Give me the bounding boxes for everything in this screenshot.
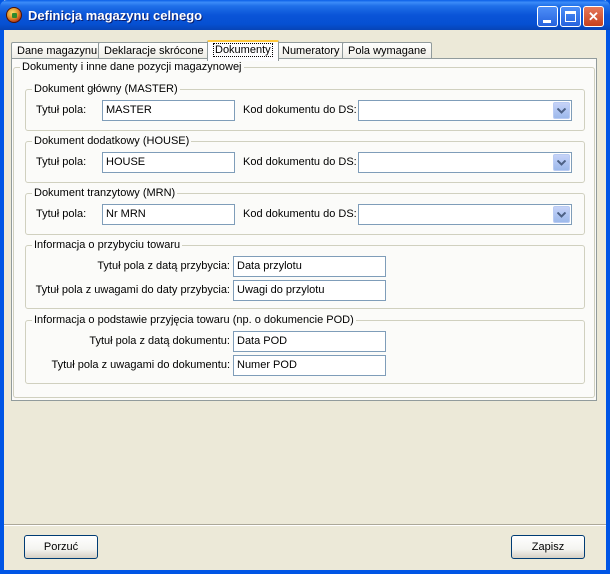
- master-code-label: Kod dokumentu do DS:: [243, 104, 357, 116]
- tab-label: Pola wymagane: [348, 45, 427, 57]
- mrn-title-label: Tytuł pola:: [36, 208, 87, 220]
- group-legend: Informacja o przybyciu towaru: [32, 239, 183, 251]
- house-title-label: Tytuł pola:: [36, 156, 87, 168]
- house-groupbox: Dokument dodatkowy (HOUSE) Tytuł pola: H…: [25, 135, 585, 183]
- arrival-date-label: Tytuł pola z datą przybycia:: [97, 260, 230, 272]
- pod-notes-input[interactable]: Numer POD: [233, 355, 386, 376]
- house-code-label: Kod dokumentu do DS:: [243, 156, 357, 168]
- master-code-select[interactable]: [358, 100, 572, 121]
- minimize-button[interactable]: [537, 6, 558, 27]
- pod-date-input[interactable]: Data POD: [233, 331, 386, 352]
- mrn-code-select[interactable]: [358, 204, 572, 225]
- group-legend: Dokument dodatkowy (HOUSE): [32, 135, 192, 147]
- arrival-notes-input[interactable]: Uwagi do przylotu: [233, 280, 386, 301]
- group-legend: Informacja o podstawie przyjęcia towaru …: [32, 314, 356, 326]
- close-icon: ✕: [588, 9, 599, 24]
- arrival-date-input[interactable]: Data przylotu: [233, 256, 386, 277]
- arrival-groupbox: Informacja o przybyciu towaru Tytuł pola…: [25, 239, 585, 309]
- maximize-icon: [565, 11, 576, 22]
- master-title-label: Tytuł pola:: [36, 104, 87, 116]
- pod-groupbox: Informacja o podstawie przyjęcia towaru …: [25, 314, 585, 384]
- master-groupbox: Dokument główny (MASTER) Tytuł pola: MAS…: [25, 83, 585, 131]
- arrival-notes-label: Tytuł pola z uwagami do daty przybycia:: [35, 284, 230, 296]
- house-code-select[interactable]: [358, 152, 572, 173]
- group-legend: Dokumenty i inne dane pozycji magazynowe…: [20, 61, 244, 73]
- master-title-input[interactable]: MASTER: [102, 100, 235, 121]
- main-groupbox: Dokumenty i inne dane pozycji magazynowe…: [13, 61, 595, 398]
- house-title-input[interactable]: HOUSE: [102, 152, 235, 173]
- pod-date-label: Tytuł pola z datą dokumentu:: [89, 335, 230, 347]
- tab-label: Numeratory: [282, 45, 340, 57]
- mrn-code-label: Kod dokumentu do DS:: [243, 208, 357, 220]
- cancel-button[interactable]: Porzuć: [24, 535, 98, 559]
- tab-label: Dokumenty: [213, 43, 273, 57]
- save-button[interactable]: Zapisz: [511, 535, 585, 559]
- group-legend: Dokument główny (MASTER): [32, 83, 180, 95]
- mrn-groupbox: Dokument tranzytowy (MRN) Tytuł pola: Nr…: [25, 187, 585, 235]
- chevron-down-icon[interactable]: [553, 206, 570, 223]
- pod-notes-label: Tytuł pola z uwagami do dokumentu:: [51, 359, 230, 371]
- footer-separator: [4, 524, 606, 526]
- close-button[interactable]: ✕: [583, 6, 604, 27]
- chevron-down-icon[interactable]: [553, 154, 570, 171]
- tab-panel-dokumenty: Dokumenty i inne dane pozycji magazynowe…: [11, 58, 597, 401]
- window-title: Definicja magazynu celnego: [28, 8, 203, 23]
- tab-label: Dane magazynu: [17, 45, 98, 57]
- app-icon[interactable]: [6, 7, 22, 23]
- tab-dokumenty[interactable]: Dokumenty: [207, 40, 279, 61]
- chevron-down-icon[interactable]: [553, 102, 570, 119]
- maximize-button[interactable]: [560, 6, 581, 27]
- group-legend: Dokument tranzytowy (MRN): [32, 187, 178, 199]
- tab-label: Deklaracje skrócone: [104, 45, 204, 57]
- mrn-title-input[interactable]: Nr MRN: [102, 204, 235, 225]
- title-bar[interactable]: Definicja magazynu celnego ✕: [0, 0, 610, 30]
- minimize-icon: [543, 20, 551, 23]
